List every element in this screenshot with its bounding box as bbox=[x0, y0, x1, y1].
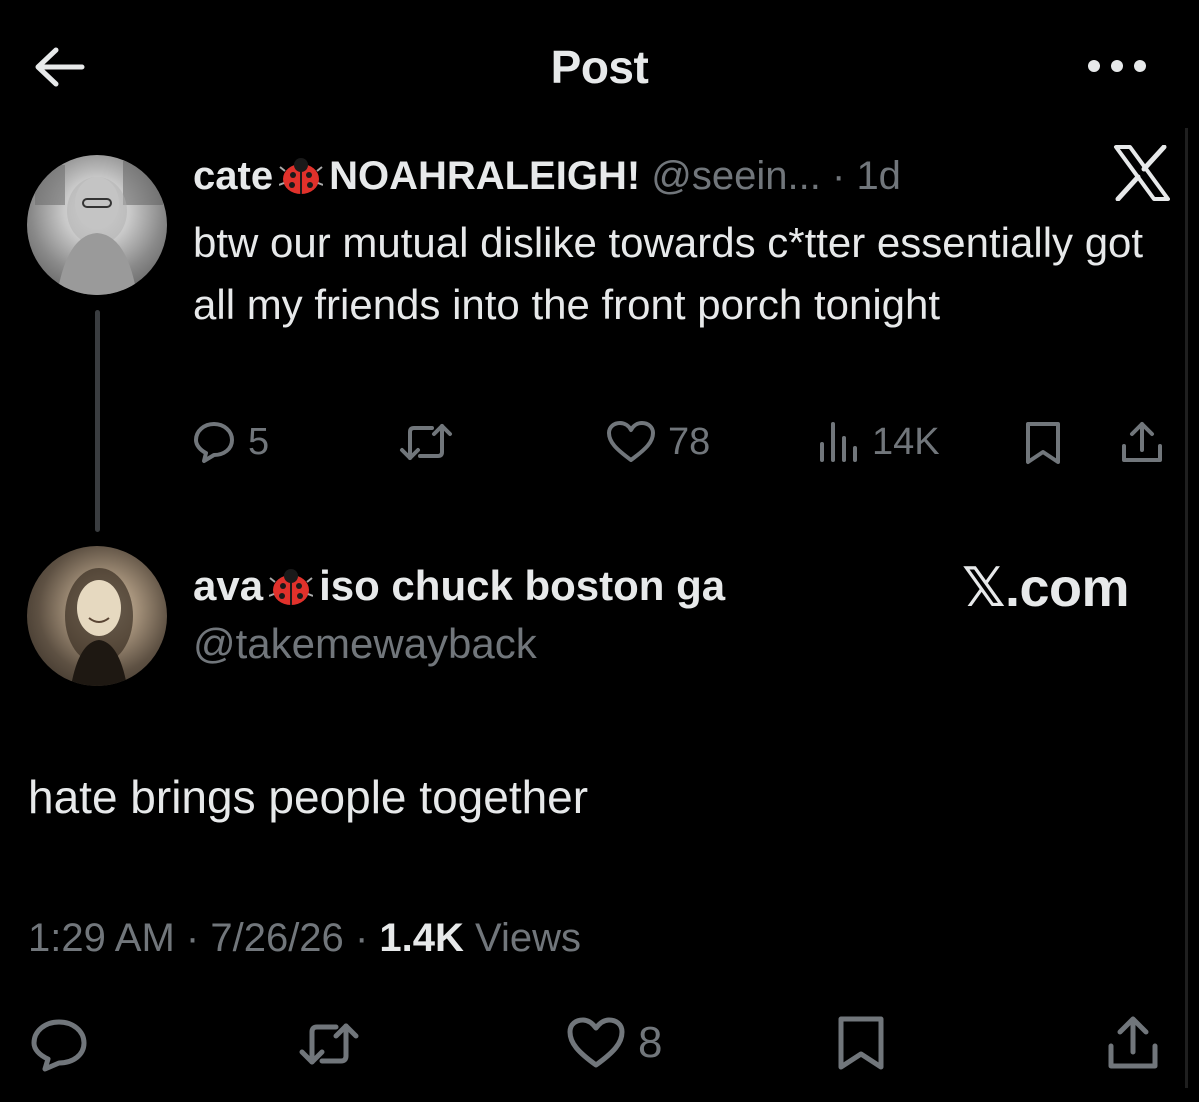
heart-icon bbox=[607, 421, 655, 462]
avatar[interactable] bbox=[27, 546, 167, 686]
reply-author-line: ava iso chuck boston ga bbox=[193, 562, 725, 616]
reply-count: 5 bbox=[248, 420, 270, 463]
reply-button[interactable]: 5 bbox=[192, 420, 269, 464]
display-name-suffix[interactable]: iso chuck boston ga bbox=[319, 562, 725, 609]
author-handle[interactable]: @seein... bbox=[651, 154, 821, 198]
post-author-line: cate NOAHRALEIGH! @seein... · 1d bbox=[193, 152, 901, 206]
post-age[interactable]: 1d bbox=[856, 154, 901, 198]
views-label: Views bbox=[475, 916, 581, 960]
ellipsis-icon bbox=[1088, 60, 1146, 72]
post-time[interactable]: 1:29 AM bbox=[28, 916, 175, 960]
display-name[interactable]: ava bbox=[193, 562, 263, 609]
post-text: btw our mutual dislike towards c*tter es… bbox=[193, 219, 1144, 328]
reply-button[interactable] bbox=[30, 1018, 88, 1072]
share-icon bbox=[1108, 1016, 1158, 1069]
view-count[interactable]: 1.4K bbox=[379, 916, 464, 960]
separator-dot: · bbox=[831, 154, 846, 198]
like-button[interactable]: 8 bbox=[566, 1016, 662, 1070]
bookmark-icon bbox=[838, 1016, 884, 1070]
bookmark-icon bbox=[1026, 422, 1060, 464]
thread-connector bbox=[95, 310, 100, 532]
views-button[interactable]: 14K bbox=[818, 420, 940, 464]
display-name-suffix[interactable]: NOAHRALEIGH! bbox=[329, 154, 640, 198]
share-icon bbox=[1122, 422, 1162, 462]
avatar[interactable] bbox=[27, 155, 167, 295]
post-metadata: 1:29 AM · 7/26/26 · 1.4K Views bbox=[28, 916, 581, 961]
separator-dot: · bbox=[185, 916, 200, 960]
like-count: 78 bbox=[668, 420, 711, 463]
repost-icon bbox=[400, 424, 452, 460]
repost-icon bbox=[299, 1023, 359, 1065]
post-text: hate brings people together bbox=[28, 771, 589, 823]
separator-dot: · bbox=[354, 916, 369, 960]
page-title: Post bbox=[550, 41, 649, 93]
like-count: 8 bbox=[638, 1018, 663, 1067]
ladybug-icon bbox=[268, 566, 314, 616]
display-name[interactable]: cate bbox=[193, 154, 273, 198]
like-button[interactable]: 78 bbox=[606, 420, 710, 464]
bookmark-button[interactable] bbox=[1024, 420, 1062, 466]
more-options-button[interactable] bbox=[1082, 50, 1152, 82]
avatar-photo bbox=[35, 161, 163, 295]
top-bar: Post bbox=[0, 0, 1199, 130]
view-count: 14K bbox=[872, 420, 940, 463]
author-handle[interactable]: @takemewayback bbox=[193, 620, 537, 668]
share-button[interactable] bbox=[1118, 418, 1166, 466]
x-logo-icon bbox=[1112, 144, 1170, 202]
watermark-text: 𝕏.com bbox=[962, 558, 1130, 618]
ladybug-icon bbox=[278, 155, 324, 206]
comment-icon bbox=[31, 1019, 87, 1072]
scrollbar-track bbox=[1185, 128, 1188, 1088]
analytics-icon bbox=[820, 422, 857, 462]
avatar-photo bbox=[65, 568, 133, 686]
repost-button[interactable] bbox=[296, 1018, 362, 1070]
repost-button[interactable] bbox=[396, 420, 468, 464]
comment-icon bbox=[194, 422, 234, 463]
share-button[interactable] bbox=[1104, 1012, 1162, 1072]
heart-icon bbox=[567, 1017, 625, 1068]
bookmark-button[interactable] bbox=[836, 1014, 886, 1072]
post-date[interactable]: 7/26/26 bbox=[210, 916, 343, 960]
